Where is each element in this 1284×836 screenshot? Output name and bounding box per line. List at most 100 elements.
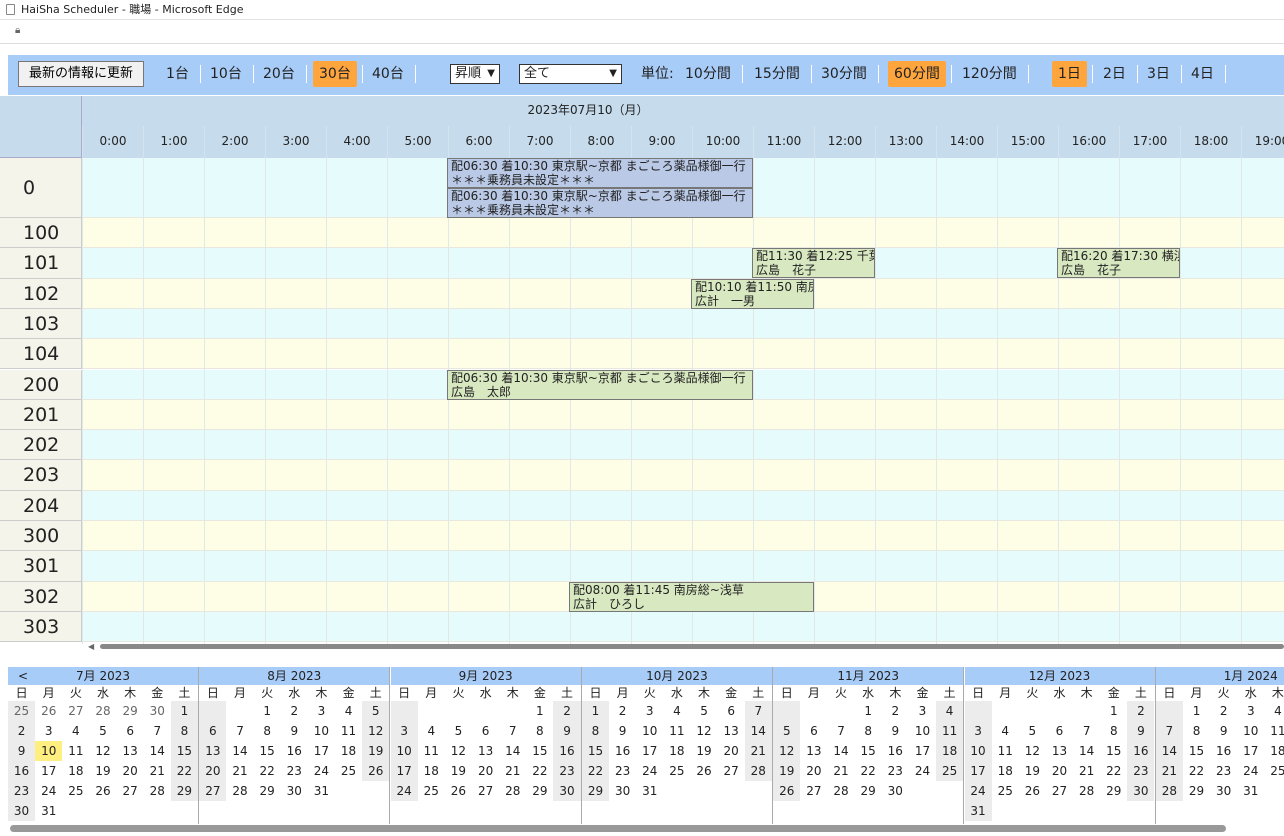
calendar-day[interactable]: 8 [1183, 721, 1210, 741]
toolbar-days-3[interactable]: 4日 [1185, 61, 1226, 87]
calendar-day[interactable]: 5 [445, 721, 472, 741]
calendar-day[interactable]: 13 [472, 741, 499, 761]
calendar-day[interactable]: 10 [35, 741, 63, 761]
calendar-day[interactable]: 18 [663, 741, 690, 761]
calendar-day[interactable]: 16 [553, 741, 581, 761]
calendar-day[interactable]: 9 [8, 741, 36, 761]
calendar-day[interactable]: 12 [1019, 741, 1046, 761]
calendar-day[interactable]: 14 [744, 721, 772, 741]
calendar-day[interactable]: 22 [170, 761, 198, 781]
calendar-day[interactable]: 8 [581, 721, 610, 741]
calendar-day[interactable]: 3 [35, 721, 62, 741]
calendar-day[interactable]: 2 [281, 701, 308, 721]
calendar-day[interactable]: 14 [1073, 741, 1100, 761]
calendar-day[interactable]: 26 [1019, 781, 1046, 801]
calendar-day[interactable]: 18 [418, 761, 445, 781]
calendar-day[interactable]: 1 [170, 701, 198, 721]
toolbar-vehicles-3[interactable]: 30台 [313, 61, 363, 87]
calendar-day[interactable]: 25 [936, 761, 964, 781]
calendar-day[interactable]: 2 [1210, 701, 1237, 721]
calendar-day[interactable]: 28 [1155, 781, 1183, 801]
toolbar-vehicles-1[interactable]: 10台 [204, 61, 254, 87]
calendar-day[interactable]: 17 [909, 741, 936, 761]
calendar-day[interactable]: 11 [663, 721, 690, 741]
calendar-day[interactable]: 23 [609, 761, 636, 781]
calendar-day[interactable]: 29 [1183, 781, 1210, 801]
calendar-day[interactable]: 1 [526, 701, 553, 721]
calendar-day[interactable]: 4 [663, 701, 690, 721]
calendar-day[interactable]: 7 [226, 721, 253, 741]
toolbar-days-1[interactable]: 2日 [1097, 61, 1138, 87]
calendar-day[interactable]: 14 [827, 741, 854, 761]
calendar-day[interactable]: 14 [226, 741, 253, 761]
calendar-day[interactable]: 15 [254, 741, 281, 761]
calendar-day[interactable]: 12 [445, 741, 472, 761]
calendar-day[interactable]: 14 [1155, 741, 1183, 761]
calendar-day[interactable]: 29 [581, 781, 610, 801]
calendar-day[interactable]: 16 [882, 741, 909, 761]
calendar-day[interactable]: 10 [636, 721, 663, 741]
schedule-row[interactable] [82, 490, 1284, 521]
calendar-day[interactable]: 17 [1237, 741, 1264, 761]
calendar-day[interactable]: 6 [199, 721, 227, 741]
calendar-day[interactable]: 6 [718, 701, 745, 721]
schedule-event[interactable]: 配06:30 着10:30 東京駅~京都 まごころ薬品様御一行 ＊＊＊乗務員未設定… [447, 158, 753, 188]
calendar-day[interactable]: 26 [690, 761, 717, 781]
calendar-day[interactable]: 30 [882, 781, 909, 801]
prev-month-button[interactable]: < [18, 667, 28, 685]
calendar-day[interactable]: 23 [553, 761, 581, 781]
calendar-day[interactable]: 23 [1127, 761, 1155, 781]
schedule-event[interactable]: 配06:30 着10:30 東京駅~京都 まごころ薬品様御一行 広島 太郎 [447, 369, 753, 400]
calendar-day[interactable]: 6 [1046, 721, 1073, 741]
calendar-day[interactable]: 6 [800, 721, 827, 741]
calendar-day[interactable]: 12 [362, 721, 390, 741]
toolbar-days-2[interactable]: 3日 [1141, 61, 1182, 87]
schedule-row[interactable] [82, 521, 1284, 552]
calendar-day[interactable]: 5 [1019, 721, 1046, 741]
calendar-day[interactable]: 19 [362, 741, 390, 761]
calendar-day[interactable]: 15 [170, 741, 198, 761]
calendar-day[interactable]: 11 [936, 721, 964, 741]
calendar-day[interactable]: 27 [117, 781, 144, 801]
calendar-day[interactable]: 1 [254, 701, 281, 721]
calendar-day[interactable]: 20 [117, 761, 144, 781]
calendar-day[interactable]: 28 [226, 781, 253, 801]
calendar-day[interactable]: 26 [89, 781, 116, 801]
calendar-day[interactable]: 28 [89, 701, 116, 721]
toolbar-days-0[interactable]: 1日 [1052, 61, 1093, 87]
calendar-day[interactable]: 3 [308, 701, 335, 721]
calendar-day[interactable]: 22 [855, 761, 882, 781]
calendar-day[interactable]: 7 [1155, 721, 1183, 741]
calendar-day[interactable]: 17 [964, 761, 992, 781]
calendar-day[interactable]: 22 [1183, 761, 1210, 781]
calendar-day[interactable]: 27 [199, 781, 227, 801]
calendar-day[interactable]: 27 [718, 761, 745, 781]
calendar-day[interactable]: 30 [281, 781, 308, 801]
calendar-day[interactable]: 25 [663, 761, 690, 781]
calendar-day[interactable]: 4 [418, 721, 445, 741]
schedule-row[interactable] [82, 551, 1284, 582]
calendar-day[interactable]: 8 [254, 721, 281, 741]
calendar-day[interactable]: 18 [1264, 741, 1284, 761]
calendar-day[interactable]: 2 [609, 701, 636, 721]
calendar-day[interactable]: 21 [744, 741, 772, 761]
calendar-day[interactable]: 31 [1237, 781, 1264, 801]
calendar-day[interactable]: 5 [690, 701, 717, 721]
schedule-row[interactable] [82, 460, 1284, 491]
calendar-day[interactable]: 24 [390, 781, 418, 801]
calendar-day[interactable]: 28 [1073, 781, 1100, 801]
calendar-day[interactable]: 16 [1127, 741, 1155, 761]
scrollbar-thumb[interactable] [100, 644, 1284, 649]
calendar-day[interactable]: 6 [472, 721, 499, 741]
calendar-day[interactable]: 30 [1127, 781, 1155, 801]
calendar-day[interactable]: 28 [827, 781, 854, 801]
calendar-day[interactable]: 9 [882, 721, 909, 741]
calendar-day[interactable]: 1 [581, 701, 610, 721]
calendar-day[interactable]: 18 [335, 741, 362, 761]
calendar-day[interactable]: 26 [445, 781, 472, 801]
calendar-day[interactable]: 20 [718, 741, 745, 761]
schedule-event[interactable]: 配11:30 着12:25 千葉~広島 花子 [752, 248, 875, 279]
calendar-day[interactable]: 12 [690, 721, 717, 741]
calendar-day[interactable]: 8 [1100, 721, 1127, 741]
calendar-day[interactable]: 8 [170, 721, 198, 741]
